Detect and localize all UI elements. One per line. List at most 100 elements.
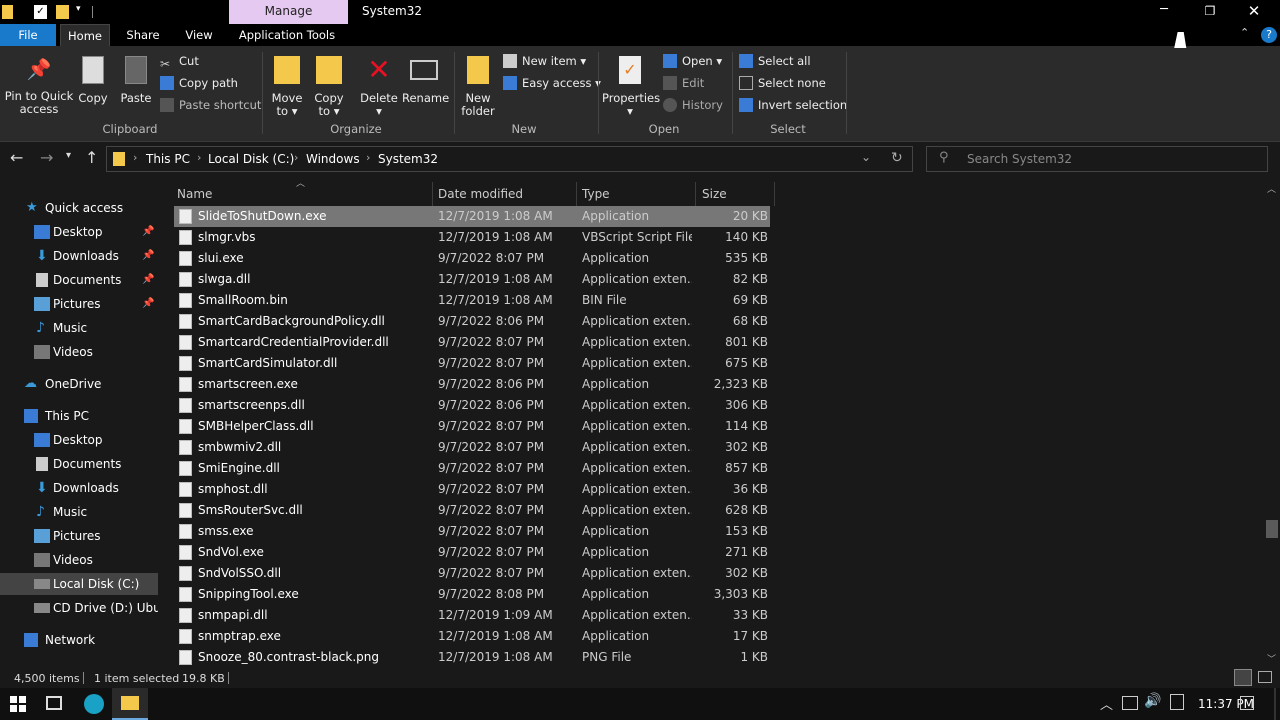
scroll-down-icon[interactable]: ﹀ [1267,652,1276,665]
sidebar-item-local-disk[interactable]: Local Disk (C:) [0,573,158,595]
copy-path-button[interactable]: Copy path [160,74,238,92]
vertical-scrollbar[interactable]: ︿ ﹀ [1264,178,1280,668]
table-row[interactable]: slmgr.vbs 12/7/2019 1:08 AM VBScript Scrip… [174,227,770,248]
table-row[interactable]: SndVolSSO.dll 9/7/2022 8:07 PM Application… [174,563,770,584]
column-divider[interactable] [695,182,696,206]
breadcrumb-system32[interactable]: System32 [378,152,438,166]
close-icon[interactable]: ✕ [1240,0,1268,24]
network-status-icon[interactable] [1122,696,1138,710]
move-to-button[interactable]: Move to ▾ [270,56,304,118]
select-none-button[interactable]: Select none [739,74,826,92]
sidebar-item-pictures[interactable]: Pictures 📌 [34,293,154,315]
breadcrumb-this-pc[interactable]: This PC [146,152,190,166]
table-row[interactable]: SndVol.exe 9/7/2022 8:07 PM Application 271… [174,542,770,563]
sidebar-item-downloads[interactable]: ⬇ Downloads 📌 [34,245,154,267]
table-row[interactable]: SmiEngine.dll 9/7/2022 8:07 PM Application… [174,458,770,479]
search-input[interactable]: Search System32 [967,152,1072,166]
refresh-icon[interactable]: ↻ [891,150,903,166]
column-header-date[interactable]: Date modified [438,186,523,202]
show-hidden-icons-icon[interactable]: ︿ [1100,694,1113,713]
forward-arrow-icon[interactable]: → [40,148,53,167]
sidebar-item-desktop[interactable]: Desktop 📌 [34,221,154,243]
up-arrow-icon[interactable]: ↑ [85,148,98,167]
large-icons-view-icon[interactable] [1258,671,1272,683]
help-icon[interactable]: ? [1261,27,1277,43]
pin-to-quick-access-button[interactable]: 📌 Pin to Quick access [4,56,74,116]
tab-file[interactable]: File [0,24,56,46]
column-divider[interactable] [774,182,775,206]
select-all-button[interactable]: Select all [739,52,811,70]
breadcrumb-local-disk[interactable]: Local Disk (C:) [208,152,294,166]
paste-shortcut-button[interactable]: Paste shortcut [160,96,261,114]
tab-home[interactable]: Home [60,24,110,46]
table-row[interactable]: SmartCardSimulator.dll 9/7/2022 8:07 PM Ap… [174,353,770,374]
address-bar[interactable]: › This PC › Local Disk (C:) › Windows › … [106,146,913,172]
task-view-icon[interactable] [46,696,62,710]
table-row[interactable]: slui.exe 9/7/2022 8:07 PM Application 535 K… [174,248,770,269]
file-explorer-taskbar-button[interactable] [112,688,148,720]
new-item-button[interactable]: New item ▾ [503,52,586,70]
table-row[interactable]: SmartCardBackgroundPolicy.dll 9/7/2022 8:… [174,311,770,332]
table-row[interactable]: Snooze_80.contrast-black.png 12/7/2019 1:… [174,647,770,668]
dropdown-arrow-icon[interactable]: ▾ [76,4,81,14]
column-header-type[interactable]: Type [582,186,610,202]
paste-button[interactable]: Paste [118,56,154,105]
tab-view[interactable]: View [176,24,222,46]
minimize-icon[interactable]: ─ [1150,0,1178,24]
table-row[interactable]: SMBHelperClass.dll 9/7/2022 8:07 PM Applic… [174,416,770,437]
cut-button[interactable]: ✂ Cut [160,52,199,71]
table-row[interactable]: smartscreen.exe 9/7/2022 8:06 PM Applicati… [174,374,770,395]
scrollbar-thumb[interactable] [1266,520,1278,538]
edge-browser-icon[interactable] [84,694,104,714]
invert-selection-button[interactable]: Invert selection [739,96,847,114]
ribbon-collapse-icon[interactable]: ⌃ [1240,26,1249,39]
file-name: smartscreen.exe [198,377,298,391]
rename-button[interactable]: Rename [402,56,449,105]
edit-button[interactable]: Edit [663,74,704,92]
table-row[interactable]: snmptrap.exe 12/7/2019 1:08 AM Application… [174,626,770,647]
table-row[interactable]: SmsRouterSvc.dll 9/7/2022 8:07 PM Applicat… [174,500,770,521]
tab-application-tools[interactable]: Application Tools [232,24,342,46]
show-desktop-button[interactable] [1274,688,1276,720]
column-divider[interactable] [576,182,577,206]
copy-button[interactable]: Copy [76,56,110,105]
volume-icon[interactable]: 🔊 [1144,693,1161,709]
back-arrow-icon[interactable]: ← [10,148,23,167]
new-folder-icon[interactable] [56,5,69,19]
sidebar-item-cd-drive[interactable]: CD Drive (D:) Ubunt [34,597,158,619]
recent-locations-icon[interactable]: ▾ [66,150,71,161]
column-divider[interactable] [432,182,433,206]
scroll-up-icon[interactable]: ︿ [1267,182,1276,195]
new-folder-button[interactable]: New folder [458,56,498,118]
copy-to-button[interactable]: Copy to ▾ [312,56,346,118]
table-row[interactable]: smartscreenps.dll 9/7/2022 8:06 PM Applica… [174,395,770,416]
tab-share[interactable]: Share [118,24,168,46]
table-row[interactable]: SmartcardCredentialProvider.dll 9/7/2022 … [174,332,770,353]
column-header-name[interactable]: Name [177,186,427,202]
table-row[interactable]: smss.exe 9/7/2022 8:07 PM Application 153 K… [174,521,770,542]
search-box[interactable]: ⚲ Search System32 [926,146,1268,172]
table-row[interactable]: SmallRoom.bin 12/7/2019 1:08 AM BIN File 69… [174,290,770,311]
table-row[interactable]: snmpapi.dll 12/7/2019 1:09 AM Application … [174,605,770,626]
address-dropdown-icon[interactable]: ⌄ [861,150,871,164]
table-row[interactable]: SlideToShutDown.exe 12/7/2019 1:08 AM Appl… [174,206,770,227]
history-button[interactable]: History [663,96,723,114]
file-type: Application exten... [582,398,692,412]
sidebar-item-documents[interactable]: Documents 📌 [34,269,154,291]
table-row[interactable]: SnippingTool.exe 9/7/2022 8:08 PM Applicat… [174,584,770,605]
table-row[interactable]: slwga.dll 12/7/2019 1:08 AM Application ex… [174,269,770,290]
breadcrumb-windows[interactable]: Windows [306,152,360,166]
table-row[interactable]: smbwmiv2.dll 9/7/2022 8:07 PM Application … [174,437,770,458]
input-method-icon[interactable] [1170,694,1184,710]
checkmark-icon[interactable]: ✓ [34,5,47,19]
restore-icon[interactable]: ❐ [1196,0,1224,24]
column-header-size[interactable]: Size [702,186,727,202]
details-view-icon[interactable] [1234,669,1252,686]
notifications-icon[interactable] [1240,696,1254,710]
table-row[interactable]: smphost.dll 9/7/2022 8:07 PM Application e… [174,479,770,500]
properties-button[interactable]: ✓ Properties ▾ [602,56,660,118]
open-button[interactable]: Open ▾ [663,52,722,70]
easy-access-button[interactable]: Easy access ▾ [503,74,601,92]
windows-start-icon[interactable] [10,696,26,712]
delete-button[interactable]: ✕ Delete ▾ [358,56,400,118]
